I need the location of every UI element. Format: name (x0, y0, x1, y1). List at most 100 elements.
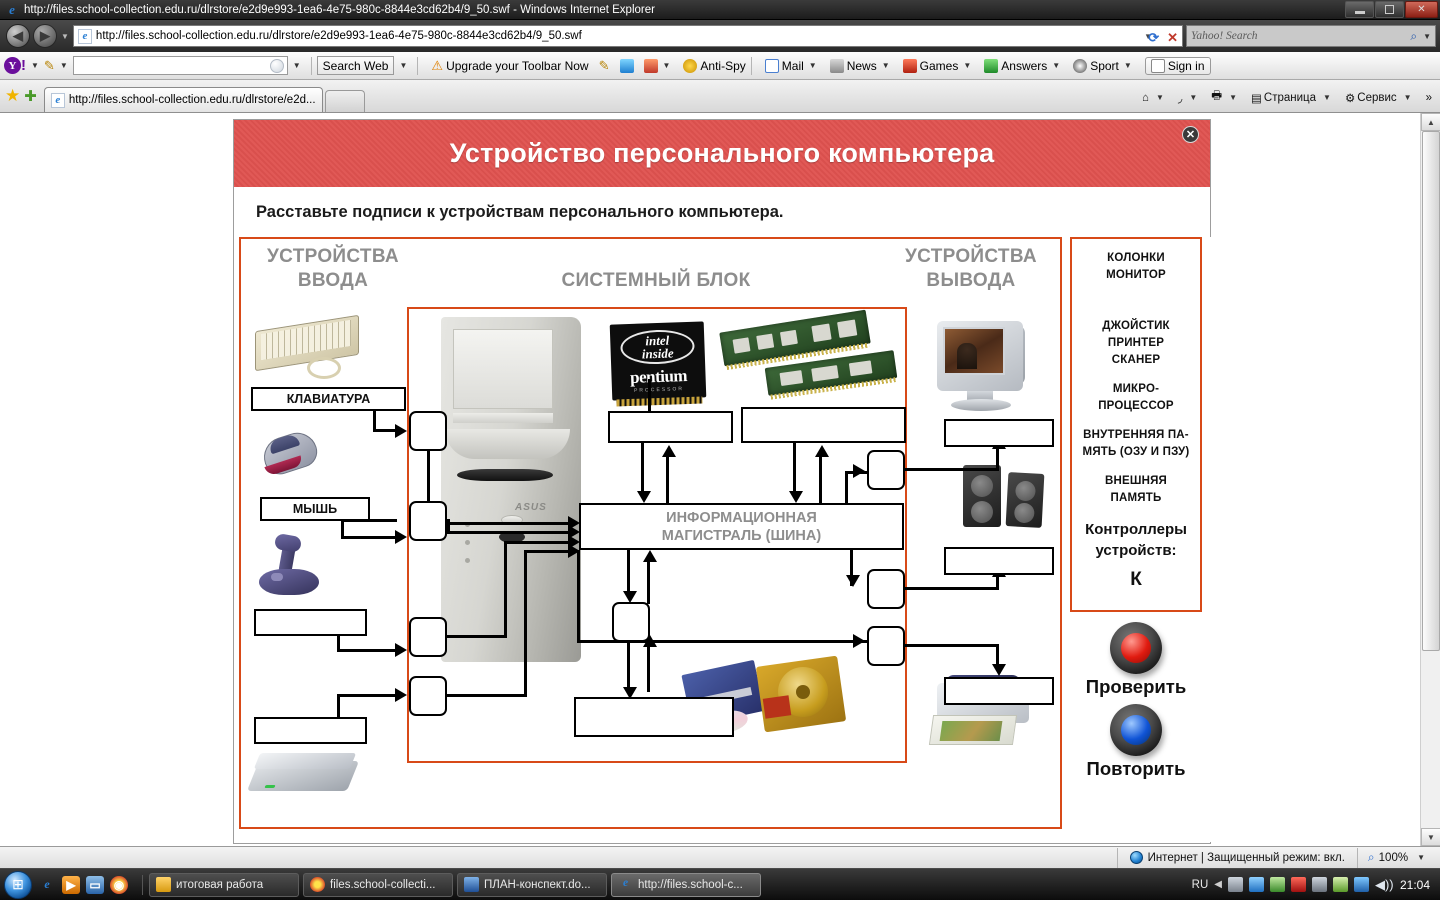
start-button[interactable]: ⊞ (4, 870, 32, 899)
forward-button[interactable]: ▶ (33, 24, 57, 48)
recent-pages-dropdown-icon[interactable]: ▼ (61, 32, 69, 41)
taskbar-item-word[interactable]: ПЛАН-конспект.do... (457, 872, 607, 897)
controller-box-keyboard[interactable] (409, 411, 447, 451)
news-dropdown-icon[interactable]: ▼ (882, 61, 890, 70)
answer-box-speakers[interactable] (944, 547, 1054, 575)
search-web-dropdown-icon[interactable]: ▼ (399, 61, 407, 70)
answer-box-internal-memory[interactable] (741, 407, 906, 443)
scroll-down-button[interactable]: ▼ (1421, 828, 1440, 846)
wordbank-item-internal-memory-line1[interactable]: ВНУТРЕННЯЯ ПА- (1076, 427, 1196, 444)
toolbar-item-answers[interactable]: Answers (984, 58, 1047, 73)
wordbank-item-speakers[interactable]: КОЛОНКИ (1076, 250, 1196, 267)
print-button[interactable]: 🖶 ▼ (1208, 88, 1245, 107)
clock[interactable]: 21:04 (1400, 878, 1430, 892)
search-box[interactable]: Yahoo! Search ⌕ ▼ (1186, 25, 1436, 47)
network-icon[interactable] (1353, 877, 1369, 892)
media-player-icon[interactable]: ▶ (62, 875, 80, 894)
close-window-button[interactable]: ✕ (1405, 1, 1438, 18)
minimize-button[interactable] (1345, 1, 1374, 18)
home-dropdown-icon[interactable]: ▼ (1156, 93, 1164, 102)
show-hidden-icons-arrow[interactable]: ◀ (1214, 879, 1222, 890)
print-dropdown-icon[interactable]: ▼ (1229, 93, 1237, 102)
wordbank-item-external-memory-line2[interactable]: ПАМЯТЬ (1076, 490, 1196, 507)
favorites-star-icon[interactable]: ★ (5, 86, 20, 106)
wordbank-item-printer[interactable]: ПРИНТЕР (1076, 335, 1196, 352)
power-icon[interactable] (1332, 877, 1348, 892)
back-button[interactable]: ◀ (6, 24, 30, 48)
page-menu-button[interactable]: ▤ Страница ▼ (1248, 91, 1339, 105)
controller-box-storage[interactable] (612, 602, 650, 642)
page-dropdown-icon[interactable]: ▼ (1323, 93, 1331, 102)
answer-box-keyboard[interactable]: КЛАВИАТУРА (251, 387, 406, 411)
kaspersky-icon[interactable] (1290, 877, 1306, 892)
mail-dropdown-icon[interactable]: ▼ (809, 61, 817, 70)
sign-in-button[interactable]: Sign in (1144, 56, 1211, 75)
controller-box-scanner[interactable] (409, 676, 447, 716)
search-icon[interactable]: ⌕ (1410, 29, 1417, 44)
answer-box-joystick[interactable] (254, 609, 367, 636)
home-button[interactable]: ⌂ ▼ (1139, 92, 1172, 104)
answer-box-printer[interactable] (944, 677, 1054, 705)
upgrade-toolbar-button[interactable]: ⚠ Upgrade your Toolbar Now (431, 58, 588, 74)
tabs-icon[interactable] (643, 58, 658, 73)
refresh-icon[interactable]: ⟳ (1148, 30, 1159, 46)
answer-box-mouse[interactable]: МЫШЬ (260, 497, 370, 521)
browser-tab[interactable]: e http://files.school-collection.edu.ru/… (43, 87, 323, 112)
page-scrollbar[interactable]: ▲ ▼ (1420, 113, 1440, 846)
wordbank-item-scanner[interactable]: СКАНЕР (1076, 352, 1196, 369)
network-activity-icon[interactable] (1269, 877, 1285, 892)
games-dropdown-icon[interactable]: ▼ (963, 61, 971, 70)
answer-box-monitor[interactable] (944, 419, 1054, 447)
answer-box-microprocessor[interactable] (608, 411, 733, 443)
controller-box-joystick[interactable] (409, 617, 447, 657)
usb-safe-remove-icon[interactable] (1227, 877, 1243, 892)
highlighter-icon[interactable]: ✎ (599, 58, 610, 74)
taskbar-item-folder[interactable]: итоговая работа (149, 872, 299, 897)
ie-quicklaunch-icon[interactable]: e (38, 876, 56, 894)
command-overflow-button[interactable]: » (1423, 92, 1435, 104)
controller-box-mouse[interactable] (409, 501, 447, 541)
answer-box-scanner[interactable] (254, 717, 367, 744)
pencil-dropdown-icon[interactable]: ▼ (60, 61, 68, 70)
volume-icon[interactable]: ◀)) (1375, 877, 1394, 892)
display-icon[interactable] (1311, 877, 1327, 892)
download-icon[interactable] (619, 58, 634, 73)
wordbank-item-monitor[interactable]: МОНИТОР (1076, 267, 1196, 284)
wordbank-item-joystick[interactable]: ДЖОЙСТИК (1076, 318, 1196, 335)
tools-menu-button[interactable]: ⚙ Сервис ▼ (1342, 91, 1420, 105)
wordbank-item-microprocessor-line1[interactable]: МИКРО- (1076, 381, 1196, 398)
controller-box-monitor[interactable] (867, 450, 905, 490)
wordbank-item-internal-memory-line2[interactable]: МЯТЬ (ОЗУ И ПЗУ) (1076, 444, 1196, 461)
toolbar-item-sport[interactable]: Sport (1073, 58, 1119, 73)
wordbank-item-microprocessor-line2[interactable]: ПРОЦЕССОР (1076, 398, 1196, 415)
pencil-icon[interactable]: ✎ (44, 58, 55, 74)
address-input[interactable]: e http://files.school-collection.edu.ru/… (72, 25, 1183, 47)
stop-icon[interactable]: ✕ (1167, 30, 1178, 46)
flash-update-icon[interactable] (1248, 877, 1264, 892)
taskbar-item-ie[interactable]: e http://files.school-c... (611, 872, 761, 897)
yahoo-search-input[interactable] (72, 56, 288, 75)
yahoo-menu-dropdown-icon[interactable]: ▼ (31, 61, 39, 70)
sport-dropdown-icon[interactable]: ▼ (1124, 61, 1132, 70)
check-button[interactable] (1110, 622, 1162, 674)
zoom-dropdown-icon[interactable]: ▼ (1417, 853, 1425, 862)
toolbar-item-mail[interactable]: Mail (764, 58, 804, 73)
show-desktop-icon[interactable]: ▭ (86, 875, 104, 894)
scroll-up-button[interactable]: ▲ (1421, 113, 1440, 131)
feeds-dropdown-icon[interactable]: ▼ (1189, 93, 1197, 102)
search-web-button[interactable]: Search Web (316, 56, 395, 75)
tabs-dropdown-icon[interactable]: ▼ (663, 61, 671, 70)
yahoo-search-history-icon[interactable]: ▼ (293, 61, 301, 70)
search-provider-dropdown-icon[interactable]: ▼ (1423, 32, 1431, 41)
toolbar-item-games[interactable]: Games (902, 58, 958, 73)
controller-box-printer[interactable] (867, 626, 905, 666)
security-zone[interactable]: Интернет | Защищенный режим: вкл. (1116, 847, 1357, 868)
toolbar-item-anti-spy[interactable]: Anti-Spy (683, 58, 746, 73)
wordbank-item-k[interactable]: К (1076, 569, 1196, 591)
tools-dropdown-icon[interactable]: ▼ (1404, 93, 1412, 102)
chrome-quicklaunch-icon[interactable]: ◉ (110, 875, 128, 894)
restore-button[interactable] (1375, 1, 1404, 18)
repeat-button[interactable] (1110, 704, 1162, 756)
input-language-indicator[interactable]: RU (1192, 879, 1209, 891)
add-to-favorites-icon[interactable]: ✚ (24, 87, 37, 105)
